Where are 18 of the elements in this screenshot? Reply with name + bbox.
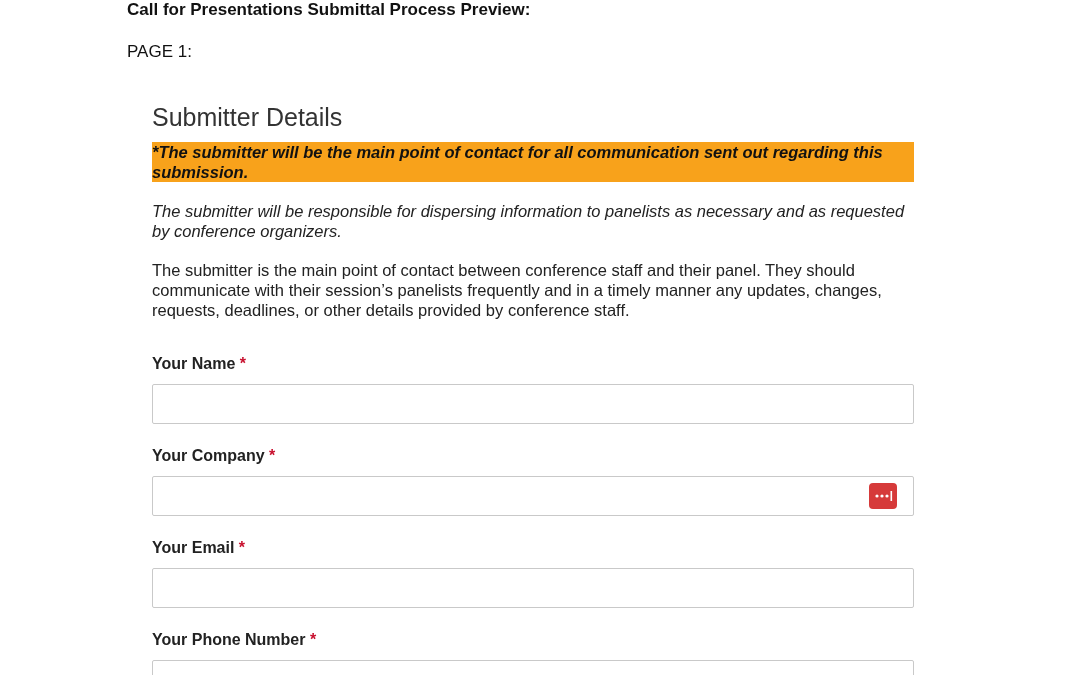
field-label: Your Phone Number: [152, 631, 306, 648]
document-title: Call for Presentations Submittal Process Preview:: [127, 0, 532, 20]
instruction-text: The submitter will be responsible for dispersing information to panelists as necessary and as requested by conference organizers.: [152, 201, 906, 241]
field-label: Your Company: [152, 447, 265, 464]
field-label: Your Email: [152, 539, 235, 556]
form-heading: Submitter Details: [152, 102, 344, 132]
page-label: PAGE 1:: [127, 42, 193, 62]
required-mark: *: [309, 631, 317, 648]
required-mark: *: [269, 447, 276, 464]
text-field[interactable]: [152, 476, 914, 516]
text-field[interactable]: [152, 568, 914, 608]
highlighted-note: *The submitter will be the main point of contact for all communication sent out regarding this submission.: [152, 142, 914, 182]
text-field[interactable]: [152, 384, 914, 424]
description-text: The submitter is the main point of contact between conference staff and their panel. They should communicate with their session’s panelists frequently and in a timely manner any updates, changes, requests, deadlines, or other details provided by conference staff.: [152, 260, 883, 320]
required-mark: *: [238, 539, 246, 556]
password-manager-icon[interactable]: [869, 483, 897, 509]
field-label: Your Name: [152, 355, 236, 372]
required-mark: *: [239, 355, 246, 372]
